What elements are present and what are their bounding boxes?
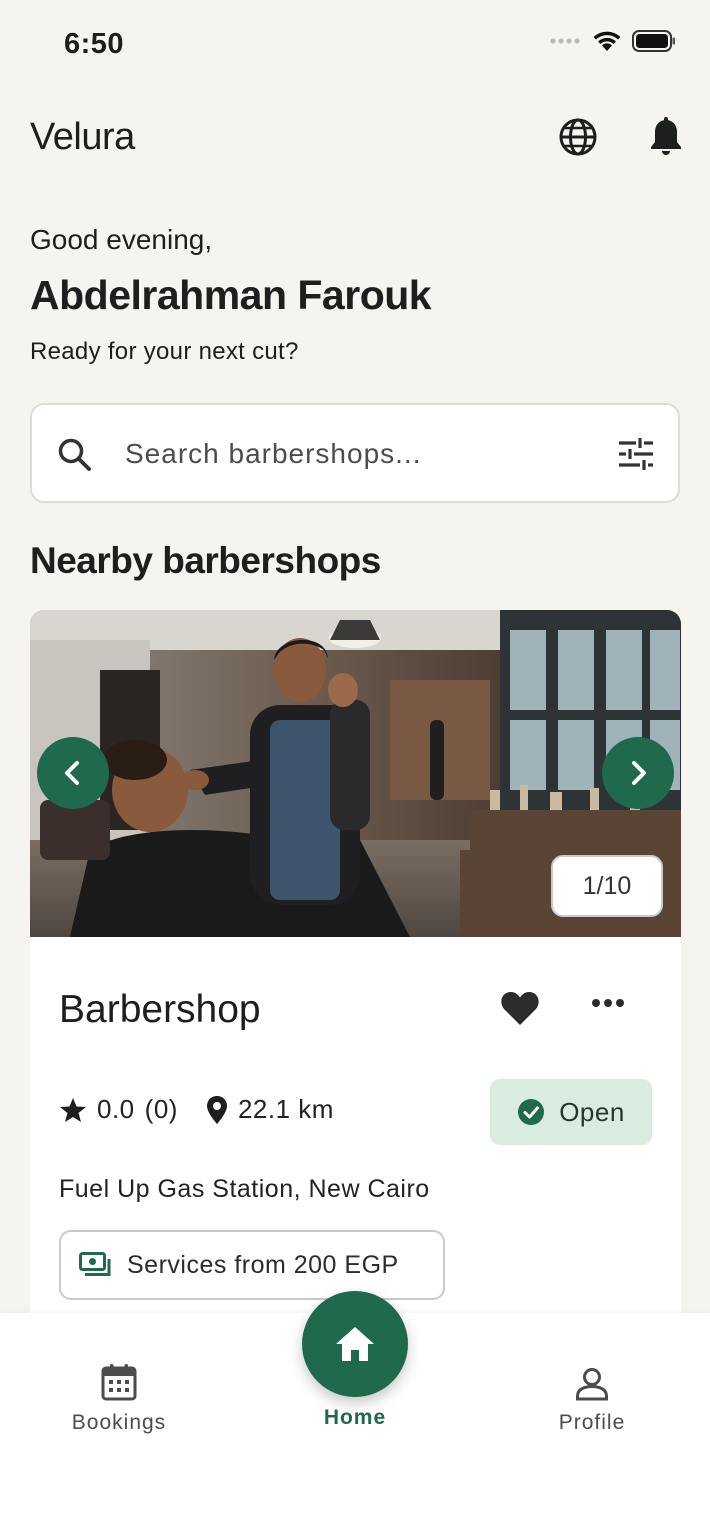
rating: 0.0 (0)	[59, 1094, 178, 1125]
status-time: 6:50	[64, 28, 125, 60]
chevron-left-icon	[65, 761, 79, 785]
status-icons	[550, 30, 676, 52]
shop-name: Barbershop	[59, 988, 261, 1031]
status-badge: Open	[490, 1079, 652, 1145]
filter-icon[interactable]	[618, 437, 654, 471]
search-icon	[58, 438, 91, 471]
bell-icon	[651, 117, 681, 155]
tagline: Ready for your next cut?	[30, 338, 299, 365]
greeting-text: Good evening,	[30, 224, 213, 255]
favorite-button[interactable]	[500, 990, 540, 1031]
tab-profile[interactable]: Profile	[542, 1355, 642, 1435]
person-icon	[576, 1368, 608, 1401]
money-icon	[79, 1252, 111, 1276]
calendar-icon	[101, 1364, 137, 1401]
heart-icon	[501, 991, 539, 1025]
shop-meta: 0.0 (0) 22.1 km	[59, 1094, 362, 1125]
language-button[interactable]	[556, 115, 600, 159]
search-bar	[30, 403, 680, 503]
price-text: Services from 200 EGP	[127, 1250, 399, 1279]
rating-value: 0.0	[97, 1094, 135, 1124]
tab-home-label[interactable]: Home	[300, 1406, 410, 1430]
user-name: Abdelrahman Farouk	[30, 272, 432, 318]
chevron-right-icon	[632, 761, 646, 785]
tab-profile-label: Profile	[558, 1411, 626, 1434]
shop-address: Fuel Up Gas Station, New Cairo	[59, 1175, 430, 1203]
signal-icon	[550, 38, 580, 44]
image-counter: 1/10	[551, 855, 663, 917]
section-title: Nearby barbershops	[30, 540, 381, 581]
globe-icon	[559, 118, 597, 156]
prev-image-button[interactable]	[37, 737, 109, 809]
star-icon	[60, 1097, 86, 1122]
distance: 22.1 km	[206, 1094, 334, 1125]
status-text: Open	[559, 1096, 625, 1127]
next-image-button[interactable]	[602, 737, 674, 809]
location-pin-icon	[206, 1095, 227, 1124]
battery-icon	[632, 30, 675, 52]
barbershop-photo[interactable]: 1/10	[30, 610, 681, 937]
tab-home[interactable]	[302, 1291, 408, 1397]
notifications-button[interactable]	[644, 115, 688, 159]
bottom-navigation: Bookings Home Profile	[0, 1291, 710, 1536]
review-count: (0)	[144, 1094, 178, 1124]
more-icon	[592, 999, 624, 1007]
check-circle-icon	[518, 1099, 545, 1125]
home-icon	[336, 1327, 374, 1361]
barbershop-card[interactable]: 1/10 Barbershop 0.0 (0) 22.1 km Open Fue…	[30, 610, 681, 1330]
tab-bookings[interactable]: Bookings	[60, 1355, 178, 1435]
wifi-icon	[593, 31, 621, 51]
more-options-button[interactable]	[590, 996, 626, 1014]
search-input[interactable]	[125, 431, 595, 477]
distance-value: 22.1 km	[237, 1094, 334, 1124]
tab-bookings-label: Bookings	[71, 1411, 167, 1434]
price-chip: Services from 200 EGP	[59, 1230, 445, 1300]
app-title: Velura	[30, 116, 135, 158]
